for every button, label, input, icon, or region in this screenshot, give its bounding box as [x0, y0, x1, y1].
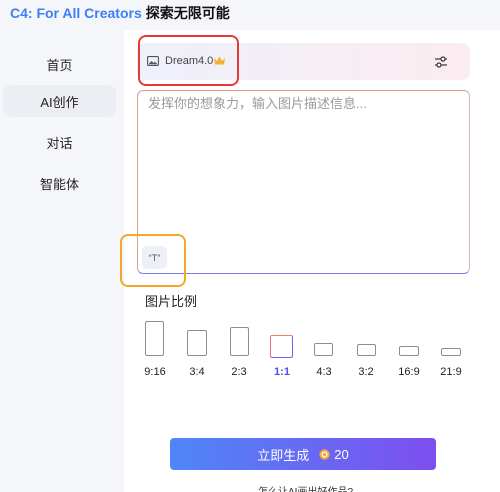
slogan: 探索无限可能: [145, 5, 230, 21]
ratio-label[interactable]: 1:1: [262, 366, 302, 378]
sliders-icon[interactable]: [434, 55, 448, 69]
ratio-label[interactable]: 4:3: [304, 366, 344, 378]
ratio-option-21-9[interactable]: [441, 348, 461, 356]
ratio-option-3-2[interactable]: [357, 344, 376, 356]
ratio-label[interactable]: 16:9: [389, 366, 429, 378]
sidebar-item-label: 智能体: [39, 176, 79, 192]
sidebar-item-label: AI创作: [40, 94, 79, 110]
ratio-option-1-1[interactable]: [270, 335, 293, 358]
brand-name: C4: For All Creators: [10, 5, 142, 21]
aspect-ratio-title: 图片比例: [145, 294, 198, 309]
prompt-box[interactable]: [137, 90, 470, 274]
sidebar-item-agents[interactable]: 智能体: [3, 167, 116, 199]
ratio-label[interactable]: 3:2: [346, 366, 386, 378]
annotation-box-red: [138, 35, 239, 86]
ratio-option-2-3[interactable]: [230, 327, 249, 356]
annotation-box-orange: [120, 234, 186, 287]
sidebar-item-ai-create[interactable]: AI创作: [3, 85, 116, 117]
ratio-label[interactable]: 3:4: [177, 366, 217, 378]
sidebar-item-label: 首页: [46, 57, 73, 73]
sidebar-item-home[interactable]: 首页: [3, 48, 116, 80]
prompt-input[interactable]: [148, 96, 458, 111]
help-tip-link[interactable]: 怎么让AI画出好作品?: [258, 483, 353, 492]
ratio-option-3-4[interactable]: [187, 330, 207, 356]
generate-cost: 20: [334, 446, 349, 462]
sidebar-item-chat[interactable]: 对话: [3, 126, 116, 158]
ratio-label[interactable]: 9:16: [135, 366, 175, 378]
ratio-label[interactable]: 21:9: [431, 366, 471, 378]
generate-button[interactable]: 立即生成 20: [170, 438, 436, 470]
ratio-option-16-9[interactable]: [399, 346, 419, 356]
coin-icon: [319, 448, 330, 460]
generate-label: 立即生成: [257, 447, 310, 463]
ratio-option-4-3[interactable]: [314, 343, 333, 356]
ratio-option-9-16[interactable]: [145, 321, 164, 356]
ratio-label[interactable]: 2:3: [219, 366, 259, 378]
app-title: C4: For All Creators 探索无限可能: [10, 3, 230, 23]
sidebar-item-label: 对话: [46, 135, 73, 151]
